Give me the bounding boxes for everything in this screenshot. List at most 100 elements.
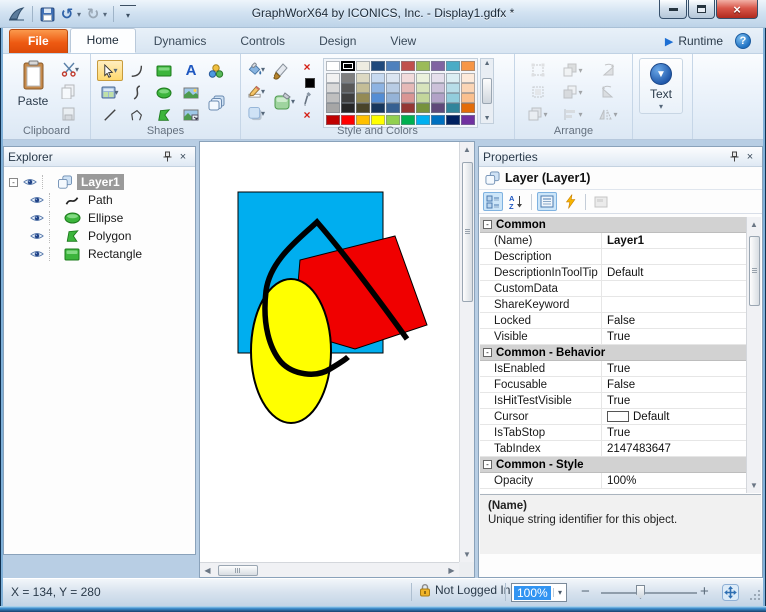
property-value[interactable]: True xyxy=(602,361,761,376)
ungroup-button[interactable] xyxy=(521,82,555,103)
undo-dropdown-caret[interactable]: ▾ xyxy=(77,10,81,19)
line-tool-button[interactable] xyxy=(97,104,123,125)
property-name[interactable]: Locked xyxy=(480,313,602,328)
rotate-right-button[interactable] xyxy=(591,60,625,81)
tint-color-swatch[interactable] xyxy=(431,73,446,83)
app-logo-icon[interactable] xyxy=(8,5,26,23)
tint-color-swatch[interactable] xyxy=(401,83,416,93)
palette-scroll-thumb[interactable] xyxy=(482,78,493,104)
curve-tool-button[interactable] xyxy=(124,82,150,103)
align-caret[interactable]: ▾ xyxy=(578,110,582,119)
canvas-vertical-scrollbar[interactable]: ▲ ▼ xyxy=(459,142,474,562)
tint-color-swatch[interactable] xyxy=(416,103,431,113)
palette-scrollbar[interactable]: ▲ ▼ xyxy=(480,58,495,124)
explorer-close-button[interactable]: × xyxy=(175,150,191,164)
send-backward-caret[interactable]: ▾ xyxy=(578,88,582,97)
arc-tool-button[interactable] xyxy=(124,60,150,81)
tint-color-swatch[interactable] xyxy=(446,93,461,103)
categorized-view-button[interactable] xyxy=(483,192,503,211)
palette-scroll-down-icon[interactable]: ▼ xyxy=(484,115,491,122)
property-value[interactable]: 100% xyxy=(602,473,761,488)
tint-color-swatch[interactable] xyxy=(356,83,371,93)
line-color-button[interactable]: ▾ xyxy=(247,82,265,100)
cut-button[interactable]: ▾ xyxy=(61,60,79,79)
property-value[interactable] xyxy=(602,281,761,296)
property-value[interactable]: Default xyxy=(602,409,761,424)
no-fill-color-button[interactable]: × xyxy=(299,108,315,122)
zoom-out-button[interactable]: − xyxy=(581,583,590,600)
canvas-hscroll-thumb[interactable] xyxy=(218,564,258,576)
tint-color-swatch[interactable] xyxy=(371,83,386,93)
property-name[interactable]: IsEnabled xyxy=(480,361,602,376)
zoom-dropdown-caret[interactable]: ▾ xyxy=(553,588,566,597)
visibility-eye-icon[interactable] xyxy=(28,213,46,223)
polygon-tool-button[interactable] xyxy=(151,104,177,125)
tint-color-swatch[interactable] xyxy=(356,93,371,103)
select-tool-button[interactable]: ▾ xyxy=(97,60,123,81)
property-category[interactable]: - Common xyxy=(480,217,761,233)
tree-item-layer1[interactable]: - Layer1 xyxy=(6,173,193,191)
grid-scroll-up-icon[interactable]: ▲ xyxy=(747,217,762,232)
grid-scroll-thumb[interactable] xyxy=(748,236,760,306)
standard-color-swatch[interactable] xyxy=(371,115,386,125)
line-color-caret[interactable]: ▾ xyxy=(261,87,265,96)
tint-color-swatch[interactable] xyxy=(356,73,371,83)
category-collapse-toggle[interactable]: - xyxy=(483,460,492,469)
standard-color-swatch[interactable] xyxy=(386,115,401,125)
copy-button[interactable] xyxy=(61,82,79,101)
standard-color-swatch[interactable] xyxy=(461,115,476,125)
zoom-slider-thumb[interactable] xyxy=(636,585,645,599)
tint-color-swatch[interactable] xyxy=(326,83,341,93)
qat-customize-button[interactable]: ▾ xyxy=(120,5,137,23)
tint-color-swatch[interactable] xyxy=(401,93,416,103)
cut-dropdown-caret[interactable]: ▾ xyxy=(75,65,79,74)
tint-color-swatch[interactable] xyxy=(371,93,386,103)
properties-pin-button[interactable] xyxy=(726,150,742,164)
grid-scroll-down-icon[interactable]: ▼ xyxy=(747,478,762,493)
tint-color-swatch[interactable] xyxy=(461,83,476,93)
tint-color-swatch[interactable] xyxy=(401,103,416,113)
tint-color-swatch[interactable] xyxy=(341,93,356,103)
tab-file[interactable]: File xyxy=(9,29,68,53)
paste-special-button[interactable] xyxy=(61,104,79,123)
zoom-combobox[interactable]: 100% ▾ xyxy=(511,583,567,602)
tint-color-swatch[interactable] xyxy=(431,83,446,93)
maximize-button[interactable] xyxy=(688,0,715,19)
property-category[interactable]: - Common - Behavior xyxy=(480,345,761,361)
tint-color-swatch[interactable] xyxy=(341,73,356,83)
theme-color-swatch[interactable] xyxy=(461,61,476,71)
property-grid-scrollbar[interactable]: ▲ ▼ xyxy=(746,217,761,493)
standard-color-swatch[interactable] xyxy=(431,115,446,125)
theme-color-swatch[interactable] xyxy=(431,61,446,71)
tint-color-swatch[interactable] xyxy=(431,93,446,103)
properties-close-button[interactable]: × xyxy=(742,150,758,164)
tab-design[interactable]: Design xyxy=(303,30,372,53)
black-color-button[interactable] xyxy=(299,76,316,90)
canvas-scroll-up-icon[interactable]: ▲ xyxy=(460,142,475,157)
zoom-slider-track[interactable] xyxy=(601,592,697,594)
property-value[interactable]: False xyxy=(602,377,761,392)
tree-collapse-toggle[interactable]: - xyxy=(9,177,18,187)
property-name[interactable]: IsTabStop xyxy=(480,425,602,440)
image-embed-tool-button[interactable] xyxy=(178,104,204,125)
symbols-button[interactable] xyxy=(208,64,225,85)
theme-color-swatch[interactable] xyxy=(356,61,371,71)
tint-color-swatch[interactable] xyxy=(341,83,356,93)
theme-color-swatch[interactable] xyxy=(416,61,431,71)
redo-dropdown-caret[interactable]: ▾ xyxy=(103,10,107,19)
text-menu-button[interactable]: ▼ Text ▾ xyxy=(639,58,683,114)
tint-color-swatch[interactable] xyxy=(326,103,341,113)
tree-item-ellipse[interactable]: Ellipse xyxy=(6,209,193,227)
tint-color-swatch[interactable] xyxy=(431,103,446,113)
property-value[interactable]: True xyxy=(602,393,761,408)
paste-button[interactable]: Paste xyxy=(9,58,57,122)
tint-color-swatch[interactable] xyxy=(461,103,476,113)
tree-item-path[interactable]: Path xyxy=(6,191,193,209)
property-value[interactable] xyxy=(602,249,761,264)
theme-color-swatch[interactable] xyxy=(326,61,341,71)
standard-color-swatch[interactable] xyxy=(326,115,341,125)
theme-color-swatch[interactable] xyxy=(386,61,401,71)
theme-color-swatch[interactable] xyxy=(446,61,461,71)
explorer-title-bar[interactable]: Explorer × xyxy=(4,147,195,167)
property-pages-button[interactable] xyxy=(537,192,557,211)
